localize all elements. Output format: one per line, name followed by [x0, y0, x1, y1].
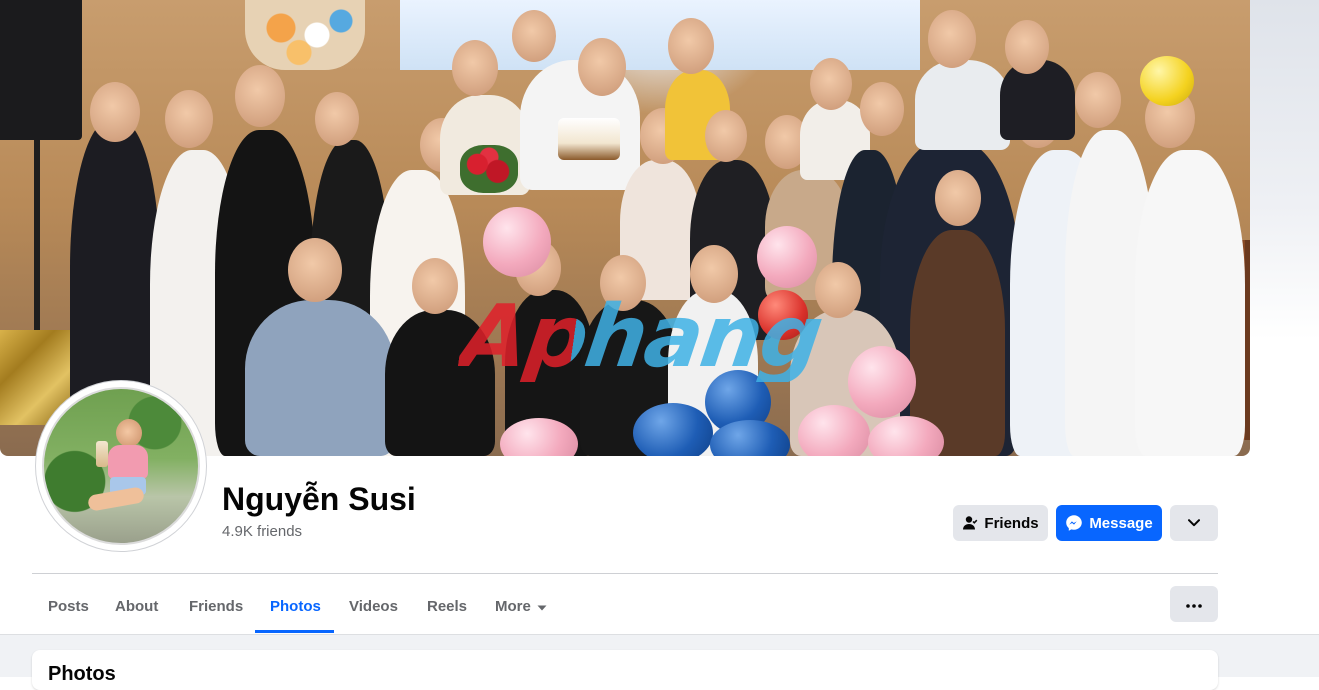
tab-videos[interactable]: Videos [333, 581, 414, 631]
cover-person [1135, 150, 1245, 456]
tab-reels[interactable]: Reels [411, 581, 483, 631]
cover-face [412, 258, 458, 314]
profile-name: Nguyễn Susi [222, 481, 416, 517]
cover-face [1075, 72, 1121, 128]
more-dots-icon [1186, 595, 1202, 613]
cover-face [315, 92, 359, 146]
cover-face [1005, 20, 1049, 74]
tab-posts-label: Posts [48, 597, 89, 615]
cover-balloon [798, 405, 870, 456]
cover-face [928, 10, 976, 68]
cover-face [935, 170, 981, 226]
avatar-person-legs [87, 486, 145, 512]
cover-face [860, 82, 904, 136]
tab-about-label: About [115, 597, 159, 615]
tab-photos[interactable]: Photos [254, 581, 337, 631]
cover-person [1000, 60, 1075, 140]
cover-speaker [0, 0, 82, 140]
cover-speaker-stand [34, 140, 40, 340]
cover-face [705, 110, 747, 162]
cover-balloon [1140, 56, 1194, 106]
avatar-person-head [116, 419, 142, 447]
friends-button[interactable]: Friends [953, 505, 1048, 541]
cover-rose-bouquet [460, 145, 518, 193]
cover-balloon [757, 226, 817, 288]
active-tab-indicator [255, 630, 334, 633]
cover-birthday-cake [558, 118, 620, 160]
chevron-down-icon [1188, 519, 1200, 527]
profile-options-dropdown-button[interactable] [1170, 505, 1218, 541]
tab-about[interactable]: About [99, 581, 174, 631]
cover-face [90, 82, 140, 142]
cover-face [452, 40, 498, 96]
messenger-icon [1065, 514, 1083, 532]
tab-videos-label: Videos [349, 597, 398, 615]
profile-more-options-button[interactable] [1170, 586, 1218, 622]
cover-person [915, 60, 1010, 150]
cover-face [165, 90, 213, 148]
photos-section-title: Photos [48, 663, 116, 685]
cover-face [578, 38, 626, 96]
photos-card: Photos [32, 650, 1218, 690]
message-button[interactable]: Message [1056, 505, 1162, 541]
cover-balloon [633, 403, 713, 456]
profile-avatar[interactable] [36, 381, 206, 551]
cover-person [245, 300, 395, 456]
avatar-person-top [108, 445, 148, 479]
caret-down-icon [537, 598, 547, 615]
tab-photos-label: Photos [270, 597, 321, 615]
cover-face [810, 58, 852, 110]
cover-face [512, 10, 556, 62]
avatar-person [87, 419, 152, 527]
cover-photo[interactable]: Aphang [0, 0, 1250, 456]
tab-friends-label: Friends [189, 597, 244, 615]
tab-posts[interactable]: Posts [32, 581, 105, 631]
friends-button-label: Friends [984, 514, 1039, 532]
tab-more-label: More [495, 597, 531, 615]
cover-face [288, 238, 342, 302]
tab-reels-label: Reels [427, 597, 468, 615]
friends-count-link[interactable]: 4.9K friends [222, 523, 302, 541]
cover-watermark: Aphang [455, 287, 869, 387]
profile-header-divider [32, 573, 1218, 574]
cover-balloon [483, 207, 551, 277]
person-check-icon [962, 515, 978, 531]
cover-face [235, 65, 285, 127]
cover-flower-arrangement [245, 0, 365, 70]
tab-friends[interactable]: Friends [173, 581, 259, 631]
avatar-photo [42, 387, 200, 545]
page-backdrop [1250, 0, 1319, 340]
message-button-label: Message [1089, 514, 1153, 532]
tab-more[interactable]: More [479, 581, 563, 631]
cover-face [668, 18, 714, 74]
